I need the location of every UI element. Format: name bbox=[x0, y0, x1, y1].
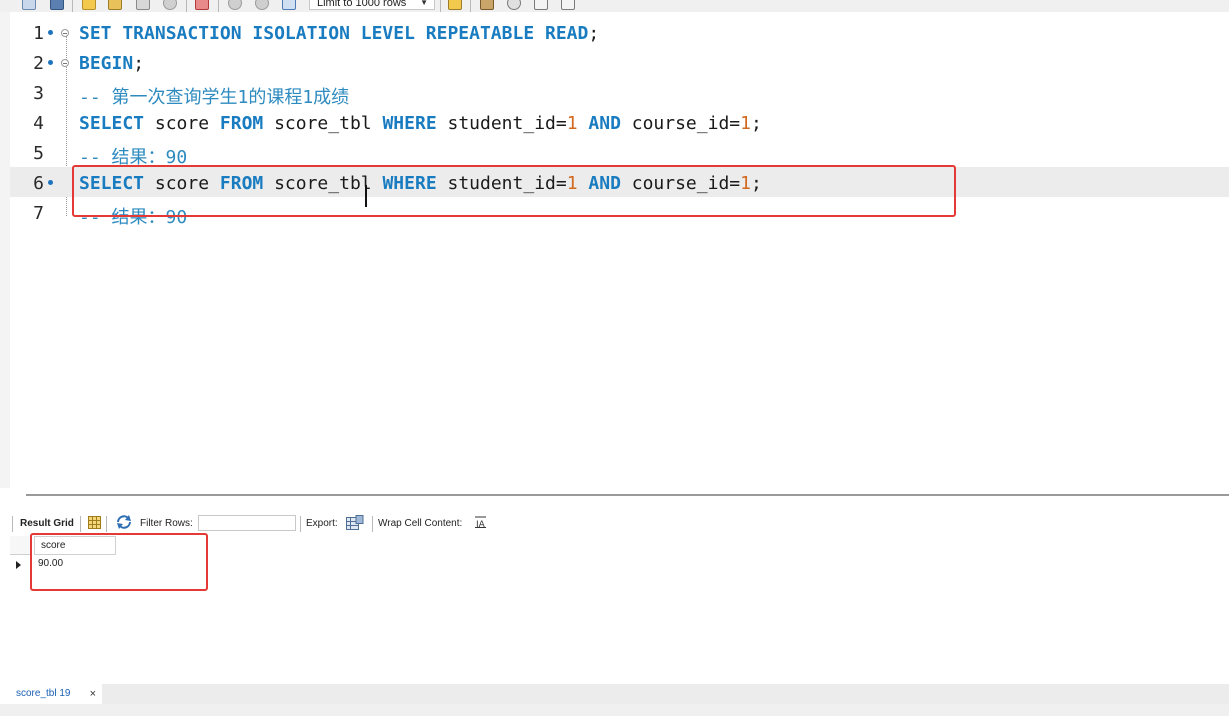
toggle-stop-on-error-icon[interactable] bbox=[195, 0, 209, 10]
code-token: ; bbox=[588, 23, 600, 44]
chevron-down-icon: ▼ bbox=[420, 0, 428, 7]
toolbar-separator bbox=[106, 516, 107, 532]
code-token: student_id= bbox=[436, 113, 567, 134]
code-token: score_tbl bbox=[263, 113, 383, 134]
toolbar-separator bbox=[186, 0, 187, 12]
toolbar-separator bbox=[440, 0, 441, 12]
close-icon[interactable]: × bbox=[90, 684, 96, 704]
editor-line[interactable]: 2 BEGIN; bbox=[10, 47, 1229, 77]
svg-text:IA: IA bbox=[476, 520, 486, 528]
line-number: 2 bbox=[33, 53, 44, 74]
invisible-chars-icon[interactable] bbox=[534, 0, 548, 10]
code-token: 1 bbox=[740, 113, 751, 134]
editor-line[interactable]: 4 SELECT score FROM score_tbl WHERE stude… bbox=[10, 107, 1229, 137]
autocommit-icon[interactable] bbox=[282, 0, 296, 10]
execute-icon[interactable] bbox=[82, 0, 96, 10]
code-text: BEGIN; bbox=[79, 53, 144, 74]
code-token: course_id= bbox=[620, 113, 741, 134]
code-token: SET TRANSACTION ISOLATION LEVEL REPEATAB… bbox=[79, 23, 589, 44]
toolbar-separator bbox=[300, 516, 301, 532]
tab-label: score_tbl 19 bbox=[16, 688, 71, 699]
highlight-box-result bbox=[30, 533, 208, 591]
code-text: SET TRANSACTION ISOLATION LEVEL REPEATAB… bbox=[79, 23, 599, 44]
fold-toggle-icon[interactable] bbox=[61, 59, 69, 67]
statement-marker-icon bbox=[48, 180, 53, 185]
line-number: 7 bbox=[33, 203, 44, 224]
filter-rows-input[interactable] bbox=[198, 515, 296, 531]
line-number: 1 bbox=[33, 23, 44, 44]
beautify-icon[interactable] bbox=[448, 0, 462, 10]
toolbar-separator bbox=[80, 516, 81, 532]
editor-line[interactable]: 3 -- 第一次查询学生1的课程1成绩 bbox=[10, 77, 1229, 109]
code-token: FROM bbox=[219, 113, 264, 134]
statement-marker-icon bbox=[48, 30, 53, 35]
code-token: 1 bbox=[566, 113, 578, 134]
code-token: SELECT bbox=[79, 113, 145, 134]
status-bar bbox=[0, 704, 1229, 716]
folder-icon[interactable] bbox=[22, 0, 36, 10]
toolbar-separator bbox=[470, 0, 471, 12]
fold-toggle-icon[interactable] bbox=[61, 29, 69, 37]
filter-rows-label: Filter Rows: bbox=[140, 518, 193, 529]
code-text: -- 第一次查询学生1的课程1成绩 bbox=[79, 83, 349, 109]
snippet-icon[interactable] bbox=[480, 0, 494, 10]
query-toolbar: Limit to 1000 rows ▼ bbox=[0, 0, 1229, 12]
wrap-cell-label: Wrap Cell Content: bbox=[378, 518, 463, 529]
code-token: WHERE bbox=[382, 113, 437, 134]
line-number: 4 bbox=[33, 113, 44, 134]
code-token: ; bbox=[133, 53, 145, 74]
current-row-arrow-icon bbox=[16, 561, 21, 569]
grid-view-icon[interactable] bbox=[88, 516, 101, 532]
tab-score-tbl[interactable]: score_tbl 19 × bbox=[10, 684, 102, 704]
result-tab-bar: score_tbl 19 × bbox=[10, 684, 1229, 704]
code-token: score bbox=[144, 113, 220, 134]
limit-rows-label: Limit to 1000 rows bbox=[317, 0, 407, 9]
export-label: Export: bbox=[306, 518, 338, 529]
explain-icon[interactable] bbox=[136, 0, 150, 10]
limit-rows-select[interactable]: Limit to 1000 rows ▼ bbox=[309, 0, 435, 10]
wrap-cell-icon[interactable]: IA bbox=[474, 516, 487, 531]
result-grid-tab[interactable]: Result Grid bbox=[20, 518, 74, 529]
rollback-icon[interactable] bbox=[255, 0, 269, 10]
word-wrap-icon[interactable] bbox=[561, 0, 575, 10]
refresh-icon[interactable] bbox=[116, 515, 132, 532]
code-token: AND bbox=[588, 113, 621, 134]
sql-editor[interactable]: 1 SET TRANSACTION ISOLATION LEVEL REPEATA… bbox=[10, 12, 1229, 488]
toolbar-separator bbox=[72, 0, 73, 12]
result-toolbar: Result Grid Filter Rows: Export: Wrap Ce… bbox=[10, 512, 1229, 534]
highlight-box-query bbox=[72, 165, 956, 217]
editor-line[interactable]: 1 SET TRANSACTION ISOLATION LEVEL REPEATA… bbox=[10, 17, 1229, 47]
grid-corner bbox=[10, 536, 32, 555]
execute-current-icon[interactable] bbox=[108, 0, 122, 10]
code-token: BEGIN bbox=[79, 53, 134, 74]
line-number: 3 bbox=[33, 83, 44, 104]
commit-icon[interactable] bbox=[228, 0, 242, 10]
panel-splitter[interactable] bbox=[26, 494, 1229, 496]
toolbar-separator bbox=[372, 516, 373, 532]
editor-left-edge bbox=[0, 12, 10, 488]
code-token: ; bbox=[750, 113, 762, 134]
find-icon[interactable] bbox=[507, 0, 521, 10]
statement-marker-icon bbox=[48, 60, 53, 65]
toolbar-separator bbox=[218, 0, 219, 12]
export-icon[interactable] bbox=[346, 515, 364, 533]
save-icon[interactable] bbox=[50, 0, 64, 10]
toolbar-separator bbox=[12, 516, 13, 532]
editor-line[interactable]: 5 -- 结果：90 bbox=[10, 137, 1229, 168]
line-number: 5 bbox=[33, 143, 44, 164]
stop-icon[interactable] bbox=[163, 0, 177, 10]
line-number: 6 bbox=[33, 173, 44, 194]
code-text: SELECT score FROM score_tbl WHERE studen… bbox=[79, 113, 762, 134]
code-token: -- 第一次查询学生1的课程1成绩 bbox=[79, 87, 350, 108]
